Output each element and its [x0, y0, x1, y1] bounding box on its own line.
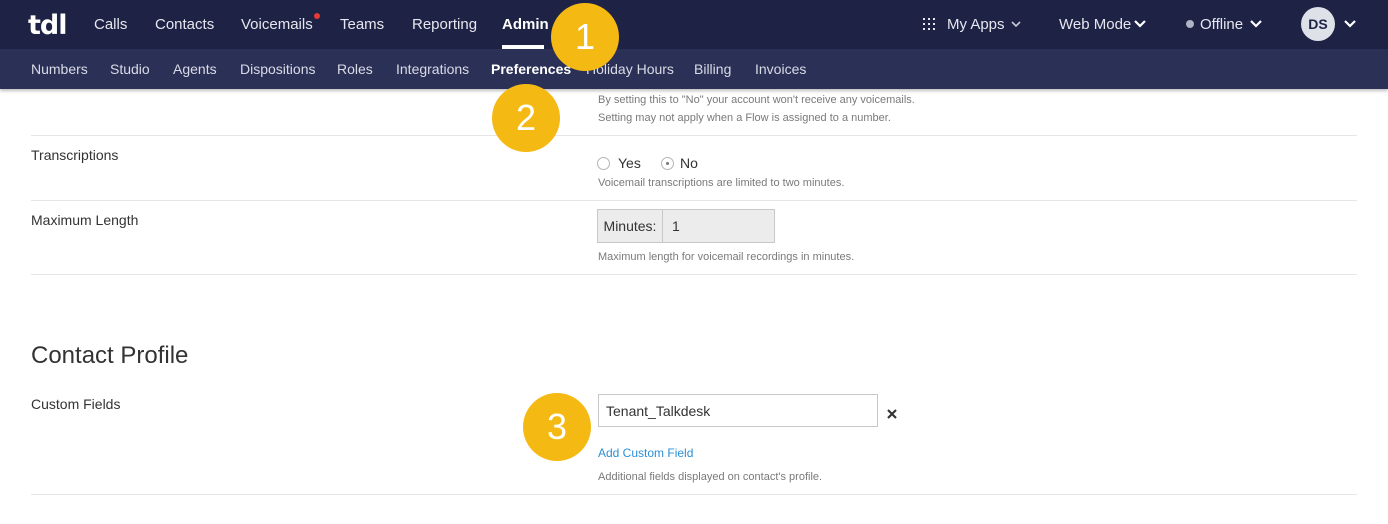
custom-fields-label: Custom Fields: [31, 396, 121, 412]
status-dot-icon: [1186, 20, 1194, 28]
subnav-integrations[interactable]: Integrations: [396, 61, 469, 77]
chevron-down-icon[interactable]: [1133, 17, 1147, 31]
custom-field-input[interactable]: Tenant_Talkdesk: [598, 394, 878, 427]
admin-subnavigation: Numbers Studio Agents Dispositions Roles…: [0, 49, 1388, 89]
annotation-badge-3: 3: [523, 393, 591, 461]
maximum-length-input[interactable]: 1: [663, 210, 774, 242]
chevron-down-icon[interactable]: [1249, 17, 1263, 31]
divider: [31, 274, 1357, 275]
avatar-initials: DS: [1308, 16, 1328, 32]
subnav-invoices[interactable]: Invoices: [755, 61, 806, 77]
top-navigation-bar: tdl Calls Contacts Voicemails Teams Repo…: [0, 0, 1388, 49]
subnav-numbers[interactable]: Numbers: [31, 61, 88, 77]
subnav-roles[interactable]: Roles: [337, 61, 373, 77]
annotation-badge-1: 1: [551, 3, 619, 71]
divider: [31, 135, 1357, 136]
add-custom-field-link[interactable]: Add Custom Field: [598, 446, 693, 460]
maximum-length-input-group: Minutes: 1: [597, 209, 775, 243]
annotation-badge-2: 2: [492, 84, 560, 152]
contact-profile-heading: Contact Profile: [31, 342, 189, 369]
nav-contacts[interactable]: Contacts: [155, 16, 214, 33]
subnav-agents[interactable]: Agents: [173, 61, 217, 77]
transcriptions-no-label[interactable]: No: [680, 155, 698, 171]
maximum-length-help: Maximum length for voicemail recordings …: [598, 251, 855, 263]
user-avatar[interactable]: DS: [1301, 7, 1335, 41]
voicemail-help-line-1: By setting this to "No" your account won…: [598, 94, 915, 106]
nav-voicemails[interactable]: Voicemails: [241, 16, 313, 33]
my-apps-menu[interactable]: My Apps: [947, 16, 1005, 33]
voicemail-notification-dot: [314, 13, 320, 19]
close-icon[interactable]: [886, 408, 898, 420]
maximum-length-label: Maximum Length: [31, 212, 139, 228]
nav-calls[interactable]: Calls: [94, 16, 127, 33]
chevron-down-icon[interactable]: [1343, 17, 1357, 31]
subnav-preferences[interactable]: Preferences: [491, 61, 571, 77]
transcriptions-help: Voicemail transcriptions are limited to …: [598, 177, 845, 189]
custom-fields-help: Additional fields displayed on contact's…: [598, 471, 823, 483]
divider: [31, 494, 1357, 495]
divider: [31, 200, 1357, 201]
voicemail-help-line-2: Setting may not apply when a Flow is ass…: [598, 112, 891, 124]
transcriptions-yes-radio[interactable]: [597, 157, 610, 170]
transcriptions-label: Transcriptions: [31, 147, 119, 163]
transcriptions-no-radio[interactable]: [661, 157, 674, 170]
nav-admin[interactable]: Admin: [502, 16, 549, 33]
apps-grid-icon[interactable]: [923, 18, 935, 30]
subnav-billing[interactable]: Billing: [694, 61, 731, 77]
talkdesk-logo[interactable]: tdl: [28, 10, 67, 41]
minutes-addon: Minutes:: [598, 210, 663, 242]
nav-reporting[interactable]: Reporting: [412, 16, 477, 33]
web-mode-menu[interactable]: Web Mode: [1059, 16, 1131, 33]
status-menu[interactable]: Offline: [1200, 16, 1243, 33]
chevron-down-icon[interactable]: [1009, 17, 1023, 31]
transcriptions-yes-label[interactable]: Yes: [618, 155, 641, 171]
subnav-studio[interactable]: Studio: [110, 61, 150, 77]
nav-teams[interactable]: Teams: [340, 16, 384, 33]
subnav-dispositions[interactable]: Dispositions: [240, 61, 315, 77]
